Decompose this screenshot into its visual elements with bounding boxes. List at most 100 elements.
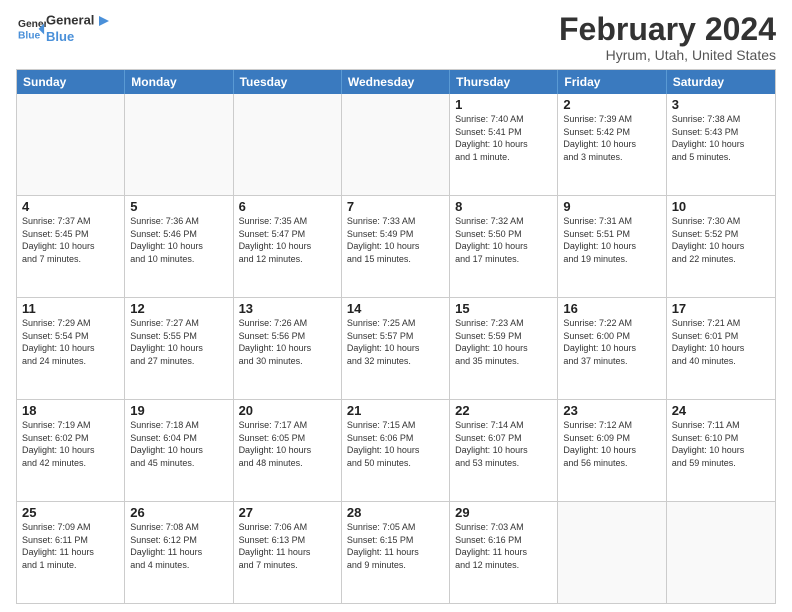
calendar-cell-r4-c6 <box>667 502 775 603</box>
cell-date-r1-c0: 4 <box>22 199 119 214</box>
cell-date-r1-c3: 7 <box>347 199 444 214</box>
cell-date-r3-c6: 24 <box>672 403 770 418</box>
cell-info-r1-c3: Sunrise: 7:33 AM Sunset: 5:49 PM Dayligh… <box>347 215 444 265</box>
cell-info-r2-c4: Sunrise: 7:23 AM Sunset: 5:59 PM Dayligh… <box>455 317 552 367</box>
cell-date-r2-c1: 12 <box>130 301 227 316</box>
day-wednesday: Wednesday <box>342 70 450 94</box>
cell-info-r1-c1: Sunrise: 7:36 AM Sunset: 5:46 PM Dayligh… <box>130 215 227 265</box>
logo-blue: Blue <box>46 30 114 45</box>
cell-date-r3-c3: 21 <box>347 403 444 418</box>
cell-date-r0-c6: 3 <box>672 97 770 112</box>
calendar-cell-r1-c3: 7Sunrise: 7:33 AM Sunset: 5:49 PM Daylig… <box>342 196 450 297</box>
calendar-cell-r2-c5: 16Sunrise: 7:22 AM Sunset: 6:00 PM Dayli… <box>558 298 666 399</box>
month-title: February 2024 <box>559 12 776 47</box>
cell-info-r1-c6: Sunrise: 7:30 AM Sunset: 5:52 PM Dayligh… <box>672 215 770 265</box>
calendar: Sunday Monday Tuesday Wednesday Thursday… <box>16 69 776 604</box>
day-thursday: Thursday <box>450 70 558 94</box>
calendar-cell-r3-c4: 22Sunrise: 7:14 AM Sunset: 6:07 PM Dayli… <box>450 400 558 501</box>
calendar-cell-r4-c1: 26Sunrise: 7:08 AM Sunset: 6:12 PM Dayli… <box>125 502 233 603</box>
cell-date-r1-c4: 8 <box>455 199 552 214</box>
cell-date-r2-c0: 11 <box>22 301 119 316</box>
cell-date-r2-c5: 16 <box>563 301 660 316</box>
calendar-header: Sunday Monday Tuesday Wednesday Thursday… <box>17 70 775 94</box>
calendar-cell-r3-c1: 19Sunrise: 7:18 AM Sunset: 6:04 PM Dayli… <box>125 400 233 501</box>
cell-date-r3-c0: 18 <box>22 403 119 418</box>
calendar-cell-r2-c2: 13Sunrise: 7:26 AM Sunset: 5:56 PM Dayli… <box>234 298 342 399</box>
cell-date-r4-c3: 28 <box>347 505 444 520</box>
cell-info-r4-c1: Sunrise: 7:08 AM Sunset: 6:12 PM Dayligh… <box>130 521 227 571</box>
calendar-body: 1Sunrise: 7:40 AM Sunset: 5:41 PM Daylig… <box>17 94 775 603</box>
calendar-cell-r0-c3 <box>342 94 450 195</box>
calendar-cell-r0-c6: 3Sunrise: 7:38 AM Sunset: 5:43 PM Daylig… <box>667 94 775 195</box>
logo: General Blue General Blue <box>16 12 114 45</box>
calendar-cell-r0-c2 <box>234 94 342 195</box>
day-sunday: Sunday <box>17 70 125 94</box>
cell-info-r4-c4: Sunrise: 7:03 AM Sunset: 6:16 PM Dayligh… <box>455 521 552 571</box>
calendar-cell-r3-c5: 23Sunrise: 7:12 AM Sunset: 6:09 PM Dayli… <box>558 400 666 501</box>
cell-date-r3-c1: 19 <box>130 403 227 418</box>
cell-date-r0-c4: 1 <box>455 97 552 112</box>
cell-date-r2-c6: 17 <box>672 301 770 316</box>
calendar-cell-r1-c4: 8Sunrise: 7:32 AM Sunset: 5:50 PM Daylig… <box>450 196 558 297</box>
calendar-cell-r0-c4: 1Sunrise: 7:40 AM Sunset: 5:41 PM Daylig… <box>450 94 558 195</box>
header: General Blue General Blue February 2024 … <box>16 12 776 63</box>
cell-date-r3-c4: 22 <box>455 403 552 418</box>
calendar-cell-r4-c4: 29Sunrise: 7:03 AM Sunset: 6:16 PM Dayli… <box>450 502 558 603</box>
calendar-cell-r1-c0: 4Sunrise: 7:37 AM Sunset: 5:45 PM Daylig… <box>17 196 125 297</box>
logo-general: General <box>46 12 94 27</box>
cell-info-r3-c6: Sunrise: 7:11 AM Sunset: 6:10 PM Dayligh… <box>672 419 770 469</box>
calendar-cell-r3-c3: 21Sunrise: 7:15 AM Sunset: 6:06 PM Dayli… <box>342 400 450 501</box>
cell-date-r1-c2: 6 <box>239 199 336 214</box>
calendar-row-4: 25Sunrise: 7:09 AM Sunset: 6:11 PM Dayli… <box>17 502 775 603</box>
calendar-cell-r1-c5: 9Sunrise: 7:31 AM Sunset: 5:51 PM Daylig… <box>558 196 666 297</box>
cell-info-r3-c5: Sunrise: 7:12 AM Sunset: 6:09 PM Dayligh… <box>563 419 660 469</box>
cell-info-r1-c2: Sunrise: 7:35 AM Sunset: 5:47 PM Dayligh… <box>239 215 336 265</box>
calendar-row-0: 1Sunrise: 7:40 AM Sunset: 5:41 PM Daylig… <box>17 94 775 196</box>
cell-date-r4-c4: 29 <box>455 505 552 520</box>
cell-date-r3-c2: 20 <box>239 403 336 418</box>
calendar-cell-r4-c3: 28Sunrise: 7:05 AM Sunset: 6:15 PM Dayli… <box>342 502 450 603</box>
cell-info-r4-c2: Sunrise: 7:06 AM Sunset: 6:13 PM Dayligh… <box>239 521 336 571</box>
day-monday: Monday <box>125 70 233 94</box>
cell-info-r3-c1: Sunrise: 7:18 AM Sunset: 6:04 PM Dayligh… <box>130 419 227 469</box>
calendar-cell-r2-c0: 11Sunrise: 7:29 AM Sunset: 5:54 PM Dayli… <box>17 298 125 399</box>
calendar-cell-r0-c5: 2Sunrise: 7:39 AM Sunset: 5:42 PM Daylig… <box>558 94 666 195</box>
cell-date-r4-c2: 27 <box>239 505 336 520</box>
calendar-row-3: 18Sunrise: 7:19 AM Sunset: 6:02 PM Dayli… <box>17 400 775 502</box>
day-tuesday: Tuesday <box>234 70 342 94</box>
calendar-cell-r2-c3: 14Sunrise: 7:25 AM Sunset: 5:57 PM Dayli… <box>342 298 450 399</box>
cell-info-r2-c2: Sunrise: 7:26 AM Sunset: 5:56 PM Dayligh… <box>239 317 336 367</box>
cell-info-r3-c2: Sunrise: 7:17 AM Sunset: 6:05 PM Dayligh… <box>239 419 336 469</box>
calendar-cell-r1-c1: 5Sunrise: 7:36 AM Sunset: 5:46 PM Daylig… <box>125 196 233 297</box>
location-title: Hyrum, Utah, United States <box>559 47 776 63</box>
page: General Blue General Blue February 2024 … <box>0 0 792 612</box>
cell-date-r0-c5: 2 <box>563 97 660 112</box>
calendar-cell-r3-c6: 24Sunrise: 7:11 AM Sunset: 6:10 PM Dayli… <box>667 400 775 501</box>
cell-date-r3-c5: 23 <box>563 403 660 418</box>
cell-info-r0-c6: Sunrise: 7:38 AM Sunset: 5:43 PM Dayligh… <box>672 113 770 163</box>
cell-date-r1-c1: 5 <box>130 199 227 214</box>
cell-info-r2-c5: Sunrise: 7:22 AM Sunset: 6:00 PM Dayligh… <box>563 317 660 367</box>
cell-info-r0-c4: Sunrise: 7:40 AM Sunset: 5:41 PM Dayligh… <box>455 113 552 163</box>
cell-info-r4-c3: Sunrise: 7:05 AM Sunset: 6:15 PM Dayligh… <box>347 521 444 571</box>
cell-info-r2-c0: Sunrise: 7:29 AM Sunset: 5:54 PM Dayligh… <box>22 317 119 367</box>
cell-info-r4-c0: Sunrise: 7:09 AM Sunset: 6:11 PM Dayligh… <box>22 521 119 571</box>
calendar-cell-r2-c6: 17Sunrise: 7:21 AM Sunset: 6:01 PM Dayli… <box>667 298 775 399</box>
day-friday: Friday <box>558 70 666 94</box>
logo-icon: General Blue <box>18 14 46 42</box>
cell-info-r1-c4: Sunrise: 7:32 AM Sunset: 5:50 PM Dayligh… <box>455 215 552 265</box>
calendar-cell-r1-c2: 6Sunrise: 7:35 AM Sunset: 5:47 PM Daylig… <box>234 196 342 297</box>
cell-date-r4-c1: 26 <box>130 505 227 520</box>
cell-info-r2-c3: Sunrise: 7:25 AM Sunset: 5:57 PM Dayligh… <box>347 317 444 367</box>
calendar-cell-r2-c4: 15Sunrise: 7:23 AM Sunset: 5:59 PM Dayli… <box>450 298 558 399</box>
cell-date-r4-c0: 25 <box>22 505 119 520</box>
cell-info-r0-c5: Sunrise: 7:39 AM Sunset: 5:42 PM Dayligh… <box>563 113 660 163</box>
cell-date-r1-c6: 10 <box>672 199 770 214</box>
calendar-cell-r4-c0: 25Sunrise: 7:09 AM Sunset: 6:11 PM Dayli… <box>17 502 125 603</box>
cell-date-r2-c3: 14 <box>347 301 444 316</box>
logo-arrow-icon <box>95 12 113 30</box>
day-saturday: Saturday <box>667 70 775 94</box>
svg-text:Blue: Blue <box>18 31 41 42</box>
calendar-cell-r0-c1 <box>125 94 233 195</box>
cell-info-r2-c6: Sunrise: 7:21 AM Sunset: 6:01 PM Dayligh… <box>672 317 770 367</box>
